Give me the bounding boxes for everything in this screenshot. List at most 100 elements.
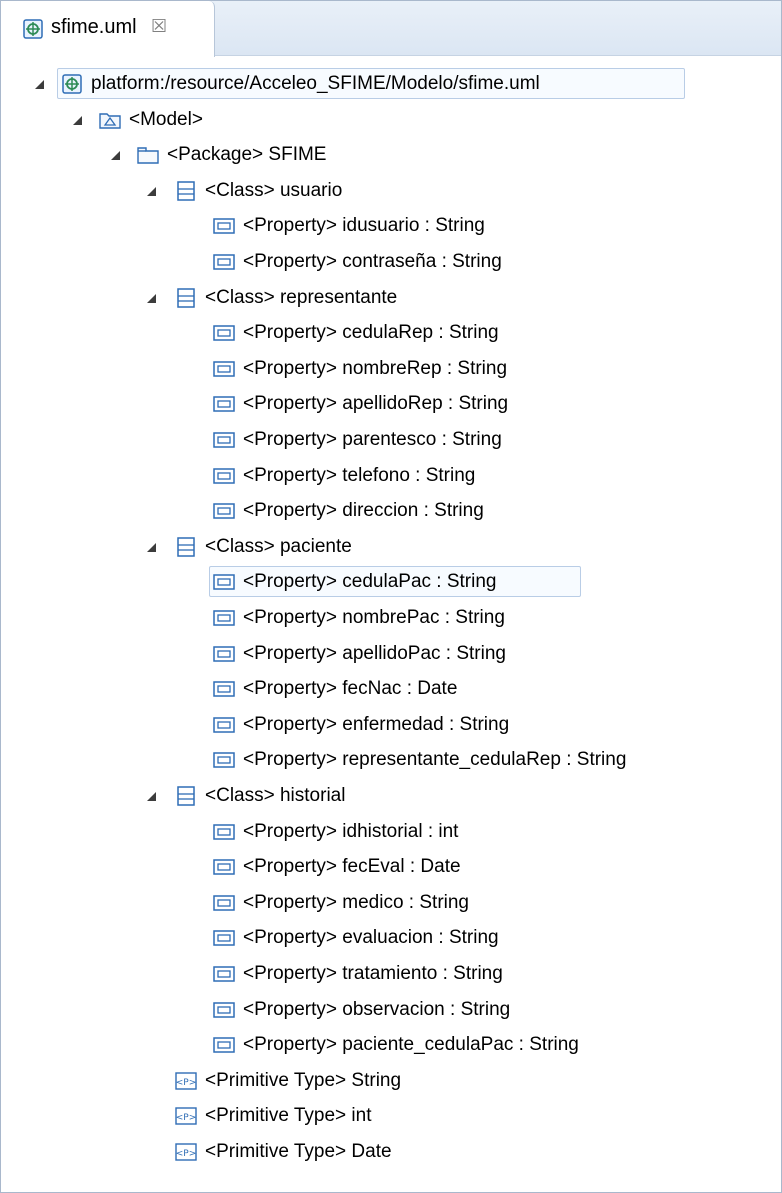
expand-toggle-icon[interactable] bbox=[147, 792, 156, 801]
tree-node-property[interactable]: <Property> cedulaRep : String bbox=[1, 316, 781, 350]
property-icon bbox=[213, 679, 235, 699]
primitive-type-icon: <P> bbox=[175, 1106, 197, 1126]
package-icon bbox=[137, 145, 159, 165]
tree-node-property[interactable]: <Property> evaluacion : String bbox=[1, 921, 781, 955]
tree-node-primitive-type[interactable]: <P> <Primitive Type> Date bbox=[1, 1135, 781, 1169]
svg-text:<P>: <P> bbox=[176, 1149, 197, 1159]
tree-node-property[interactable]: <Property> apellidoPac : String bbox=[1, 637, 781, 671]
svg-text:<P>: <P> bbox=[176, 1113, 197, 1123]
tree-node-property[interactable]: <Property> tratamiento : String bbox=[1, 957, 781, 991]
tree-node-label: <Class> paciente bbox=[205, 536, 352, 557]
tree-node-label: <Property> evaluacion : String bbox=[243, 927, 499, 948]
property-icon bbox=[213, 359, 235, 379]
tree-node-class[interactable]: <Class> paciente bbox=[1, 530, 781, 564]
expand-toggle-icon[interactable] bbox=[147, 543, 156, 552]
tab-title: sfime.uml bbox=[51, 16, 137, 38]
tree-node-property[interactable]: <Property> idusuario : String bbox=[1, 209, 781, 243]
close-icon[interactable]: ☒ bbox=[151, 16, 167, 37]
tree-node-property[interactable]: <Property> direccion : String bbox=[1, 494, 781, 528]
tree-node-label: <Model> bbox=[129, 109, 203, 130]
tree-node-label: <Property> fecEval : Date bbox=[243, 856, 461, 877]
tree-node-label: <Property> parentesco : String bbox=[243, 429, 502, 450]
class-icon bbox=[175, 537, 197, 557]
tree-node-label: <Property> nombreRep : String bbox=[243, 358, 508, 379]
expand-toggle-icon[interactable] bbox=[35, 80, 44, 89]
tree-node-label: <Property> paciente_cedulaPac : String bbox=[243, 1034, 579, 1055]
tree-node-label: <Property> direccion : String bbox=[243, 500, 484, 521]
tree-node-property[interactable]: <Property> parentesco : String bbox=[1, 423, 781, 457]
tree-node-label: <Property> apellidoRep : String bbox=[243, 393, 509, 414]
tree-node-property[interactable]: <Property> observacion : String bbox=[1, 993, 781, 1027]
property-icon bbox=[213, 430, 235, 450]
tree-node-label: <Property> idhistorial : int bbox=[243, 821, 459, 842]
property-icon bbox=[213, 750, 235, 770]
class-icon bbox=[175, 288, 197, 308]
model-icon bbox=[99, 110, 121, 130]
primitive-type-icon: <P> bbox=[175, 1142, 197, 1162]
tree-node-property[interactable]: <Property> paciente_cedulaPac : String bbox=[1, 1028, 781, 1062]
tree-node-label: <Property> observacion : String bbox=[243, 999, 511, 1020]
tree-node-property[interactable]: <Property> enfermedad : String bbox=[1, 708, 781, 742]
property-icon bbox=[213, 822, 235, 842]
tree-node-class[interactable]: <Class> historial bbox=[1, 779, 781, 813]
tree-node-property[interactable]: <Property> representante_cedulaRep : Str… bbox=[1, 743, 781, 777]
property-icon bbox=[213, 644, 235, 664]
tree-node-property[interactable]: <Property> fecEval : Date bbox=[1, 850, 781, 884]
tree-node-label: <Property> cedulaRep : String bbox=[243, 322, 499, 343]
class-icon bbox=[175, 181, 197, 201]
expand-toggle-icon[interactable] bbox=[147, 294, 156, 303]
editor-frame: sfime.uml ☒ platform:/resource/Acceleo_S… bbox=[0, 0, 782, 1193]
uml-file-icon bbox=[23, 19, 43, 39]
tree-node-property[interactable]: <Property> cedulaPac : String bbox=[1, 565, 781, 599]
tree-node-resource[interactable]: platform:/resource/Acceleo_SFIME/Modelo/… bbox=[1, 67, 781, 101]
editor-tab-sfime[interactable]: sfime.uml ☒ bbox=[1, 1, 215, 57]
tree-node-property[interactable]: <Property> nombrePac : String bbox=[1, 601, 781, 635]
tree-node-label: <Primitive Type> String bbox=[205, 1070, 402, 1091]
property-icon bbox=[213, 323, 235, 343]
tree-node-label: <Property> cedulaPac : String bbox=[243, 571, 497, 592]
property-icon bbox=[213, 964, 235, 984]
expand-toggle-icon[interactable] bbox=[73, 116, 82, 125]
tree-node-model[interactable]: <Model> bbox=[1, 103, 781, 137]
tree-node-label: <Property> contraseña : String bbox=[243, 251, 502, 272]
tree-node-label: <Property> idusuario : String bbox=[243, 215, 485, 236]
tree-node-label: <Property> enfermedad : String bbox=[243, 714, 510, 735]
property-icon bbox=[213, 216, 235, 236]
tree-node-label: <Class> historial bbox=[205, 785, 346, 806]
property-icon bbox=[213, 466, 235, 486]
tree-node-property[interactable]: <Property> contraseña : String bbox=[1, 245, 781, 279]
tree-node-primitive-type[interactable]: <P> <Primitive Type> String bbox=[1, 1064, 781, 1098]
tree-node-property[interactable]: <Property> nombreRep : String bbox=[1, 352, 781, 386]
tree-node-label: <Primitive Type> int bbox=[205, 1105, 372, 1126]
tree-node-label: <Property> tratamiento : String bbox=[243, 963, 503, 984]
property-icon bbox=[213, 252, 235, 272]
tree-node-label: <Property> telefono : String bbox=[243, 465, 476, 486]
property-icon bbox=[213, 1035, 235, 1055]
expand-toggle-icon[interactable] bbox=[111, 151, 120, 160]
tree-node-property[interactable]: <Property> apellidoRep : String bbox=[1, 387, 781, 421]
tree-node-label: <Primitive Type> Date bbox=[205, 1141, 392, 1162]
property-icon bbox=[213, 928, 235, 948]
property-icon bbox=[213, 501, 235, 521]
tree-node-property[interactable]: <Property> medico : String bbox=[1, 886, 781, 920]
tree-node-package[interactable]: <Package> SFIME bbox=[1, 138, 781, 172]
expand-toggle-icon[interactable] bbox=[147, 187, 156, 196]
property-icon bbox=[213, 608, 235, 628]
tree-node-label: <Property> nombrePac : String bbox=[243, 607, 505, 628]
uml-resource-icon bbox=[61, 74, 83, 94]
tree-node-label: <Property> apellidoPac : String bbox=[243, 643, 506, 664]
tree-node-class[interactable]: <Class> usuario bbox=[1, 174, 781, 208]
property-icon bbox=[213, 1000, 235, 1020]
tree-node-class[interactable]: <Class> representante bbox=[1, 281, 781, 315]
svg-text:<P>: <P> bbox=[176, 1078, 197, 1088]
tree-node-property[interactable]: <Property> fecNac : Date bbox=[1, 672, 781, 706]
tree-node-primitive-type[interactable]: <P> <Primitive Type> int bbox=[1, 1099, 781, 1133]
tree-node-property[interactable]: <Property> idhistorial : int bbox=[1, 815, 781, 849]
tree-node-property[interactable]: <Property> telefono : String bbox=[1, 459, 781, 493]
primitive-type-icon: <P> bbox=[175, 1071, 197, 1091]
tree-node-label: platform:/resource/Acceleo_SFIME/Modelo/… bbox=[91, 73, 540, 94]
property-icon bbox=[213, 715, 235, 735]
tree-node-label: <Class> usuario bbox=[205, 180, 343, 201]
property-icon bbox=[213, 857, 235, 877]
tree-node-label: <Property> fecNac : Date bbox=[243, 678, 458, 699]
